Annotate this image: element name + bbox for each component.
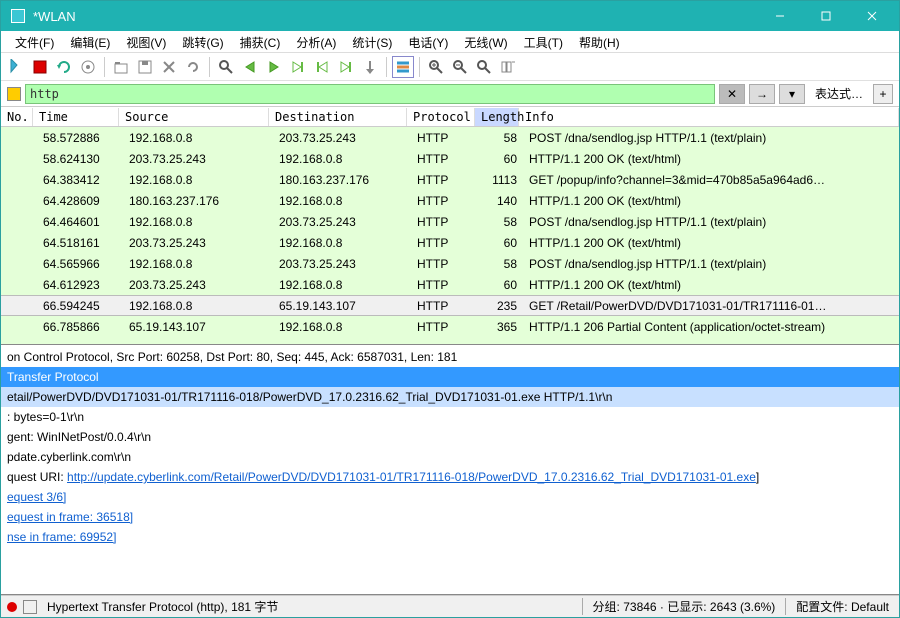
- detail-line[interactable]: nse in frame: 69952]: [1, 527, 899, 547]
- column-info[interactable]: Info: [519, 108, 899, 126]
- detail-line[interactable]: etail/PowerDVD/DVD171031-01/TR171116-018…: [1, 387, 899, 407]
- zoom-in-icon[interactable]: [425, 56, 447, 78]
- expression-button[interactable]: 表达式…: [809, 85, 869, 102]
- clear-filter-button[interactable]: ✕: [719, 84, 745, 104]
- go-to-icon[interactable]: [287, 56, 309, 78]
- apply-filter-button[interactable]: →: [749, 84, 775, 104]
- toolbar: [1, 53, 899, 81]
- packet-list[interactable]: No. Time Source Destination Protocol Len…: [1, 107, 899, 345]
- close-button[interactable]: [849, 1, 895, 31]
- packet-row[interactable]: 64.565966192.168.0.8203.73.25.243HTTP58P…: [1, 253, 899, 274]
- status-bar: Hypertext Transfer Protocol (http), 181 …: [1, 595, 899, 617]
- menu-telephony[interactable]: 电话(Y): [400, 31, 456, 52]
- menu-edit[interactable]: 编辑(E): [62, 31, 118, 52]
- packet-row[interactable]: 64.428609180.163.237.176192.168.0.8HTTP1…: [1, 190, 899, 211]
- detail-line[interactable]: equest 3/6]: [1, 487, 899, 507]
- restart-capture-icon[interactable]: [53, 56, 75, 78]
- auto-scroll-icon[interactable]: [359, 56, 381, 78]
- menu-help[interactable]: 帮助(H): [571, 31, 628, 52]
- detail-line-selected[interactable]: Transfer Protocol: [1, 367, 899, 387]
- detail-line[interactable]: pdate.cyberlink.com\r\n: [1, 447, 899, 467]
- separator: [209, 57, 210, 77]
- menu-go[interactable]: 跳转(G): [174, 31, 231, 52]
- packet-row[interactable]: 58.624130203.73.25.243192.168.0.8HTTP60H…: [1, 148, 899, 169]
- column-no[interactable]: No.: [1, 108, 33, 126]
- request-uri-link[interactable]: http://update.cyberlink.com/Retail/Power…: [67, 470, 756, 484]
- close-file-icon[interactable]: [158, 56, 180, 78]
- maximize-button[interactable]: [803, 1, 849, 31]
- packet-details[interactable]: on Control Protocol, Src Port: 60258, Ds…: [1, 345, 899, 595]
- filter-dropdown-button[interactable]: ▾: [779, 84, 805, 104]
- packet-row[interactable]: 64.518161203.73.25.243192.168.0.8HTTP60H…: [1, 232, 899, 253]
- titlebar: *WLAN: [1, 1, 899, 31]
- menu-tools[interactable]: 工具(T): [516, 31, 571, 52]
- add-filter-button[interactable]: +: [873, 84, 893, 104]
- window-title: *WLAN: [33, 9, 757, 24]
- go-forward-icon[interactable]: [263, 56, 285, 78]
- find-icon[interactable]: [215, 56, 237, 78]
- column-source[interactable]: Source: [119, 108, 269, 126]
- zoom-out-icon[interactable]: [449, 56, 471, 78]
- packet-row[interactable]: 64.464601192.168.0.8203.73.25.243HTTP58P…: [1, 211, 899, 232]
- capture-options-icon[interactable]: [77, 56, 99, 78]
- separator: [419, 57, 420, 77]
- packet-row[interactable]: 58.572886192.168.0.8203.73.25.243HTTP58P…: [1, 127, 899, 148]
- packet-row[interactable]: 66.78586665.19.143.107192.168.0.8HTTP365…: [1, 316, 899, 337]
- go-back-icon[interactable]: [239, 56, 261, 78]
- save-file-icon[interactable]: [134, 56, 156, 78]
- menu-stats[interactable]: 统计(S): [344, 31, 400, 52]
- detail-line-uri[interactable]: quest URI: http://update.cyberlink.com/R…: [1, 467, 899, 487]
- packet-row[interactable]: 64.383412192.168.0.8180.163.237.176HTTP1…: [1, 169, 899, 190]
- menu-view[interactable]: 视图(V): [118, 31, 174, 52]
- status-protocol: Hypertext Transfer Protocol (http), 181 …: [43, 598, 582, 615]
- menu-file[interactable]: 文件(F): [7, 31, 62, 52]
- column-destination[interactable]: Destination: [269, 108, 407, 126]
- detail-line[interactable]: gent: WinINetPost/0.0.4\r\n: [1, 427, 899, 447]
- menu-analyze[interactable]: 分析(A): [288, 31, 344, 52]
- app-icon: [11, 9, 25, 23]
- column-time[interactable]: Time: [33, 108, 119, 126]
- detail-line[interactable]: equest in frame: 36518]: [1, 507, 899, 527]
- menubar: 文件(F) 编辑(E) 视图(V) 跳转(G) 捕获(C) 分析(A) 统计(S…: [1, 31, 899, 53]
- packet-row[interactable]: 64.612923203.73.25.243192.168.0.8HTTP60H…: [1, 274, 899, 295]
- go-last-icon[interactable]: [335, 56, 357, 78]
- go-first-icon[interactable]: [311, 56, 333, 78]
- menu-capture[interactable]: 捕获(C): [232, 31, 289, 52]
- stop-capture-icon[interactable]: [29, 56, 51, 78]
- start-capture-icon[interactable]: [5, 56, 27, 78]
- minimize-button[interactable]: [757, 1, 803, 31]
- detail-line[interactable]: : bytes=0-1\r\n: [1, 407, 899, 427]
- zoom-reset-icon[interactable]: [473, 56, 495, 78]
- status-packets: 分组: 73846 · 已显示: 2643 (3.6%): [582, 598, 786, 615]
- column-length[interactable]: Length: [475, 108, 519, 126]
- reload-icon[interactable]: [182, 56, 204, 78]
- bookmark-icon[interactable]: [7, 87, 21, 101]
- separator: [104, 57, 105, 77]
- packet-list-header: No. Time Source Destination Protocol Len…: [1, 107, 899, 127]
- open-file-icon[interactable]: [110, 56, 132, 78]
- detail-line[interactable]: on Control Protocol, Src Port: 60258, Ds…: [1, 347, 899, 367]
- separator: [386, 57, 387, 77]
- menu-wireless[interactable]: 无线(W): [456, 31, 515, 52]
- edit-icon[interactable]: [23, 600, 37, 614]
- display-filter-input[interactable]: [25, 84, 715, 104]
- packet-row[interactable]: 66.594245192.168.0.865.19.143.107HTTP235…: [1, 295, 899, 316]
- resize-columns-icon[interactable]: [497, 56, 519, 78]
- status-profile[interactable]: 配置文件: Default: [785, 598, 899, 615]
- column-protocol[interactable]: Protocol: [407, 108, 475, 126]
- colorize-icon[interactable]: [392, 56, 414, 78]
- filter-bar: ✕ → ▾ 表达式… +: [1, 81, 899, 107]
- expert-info-icon[interactable]: [7, 602, 17, 612]
